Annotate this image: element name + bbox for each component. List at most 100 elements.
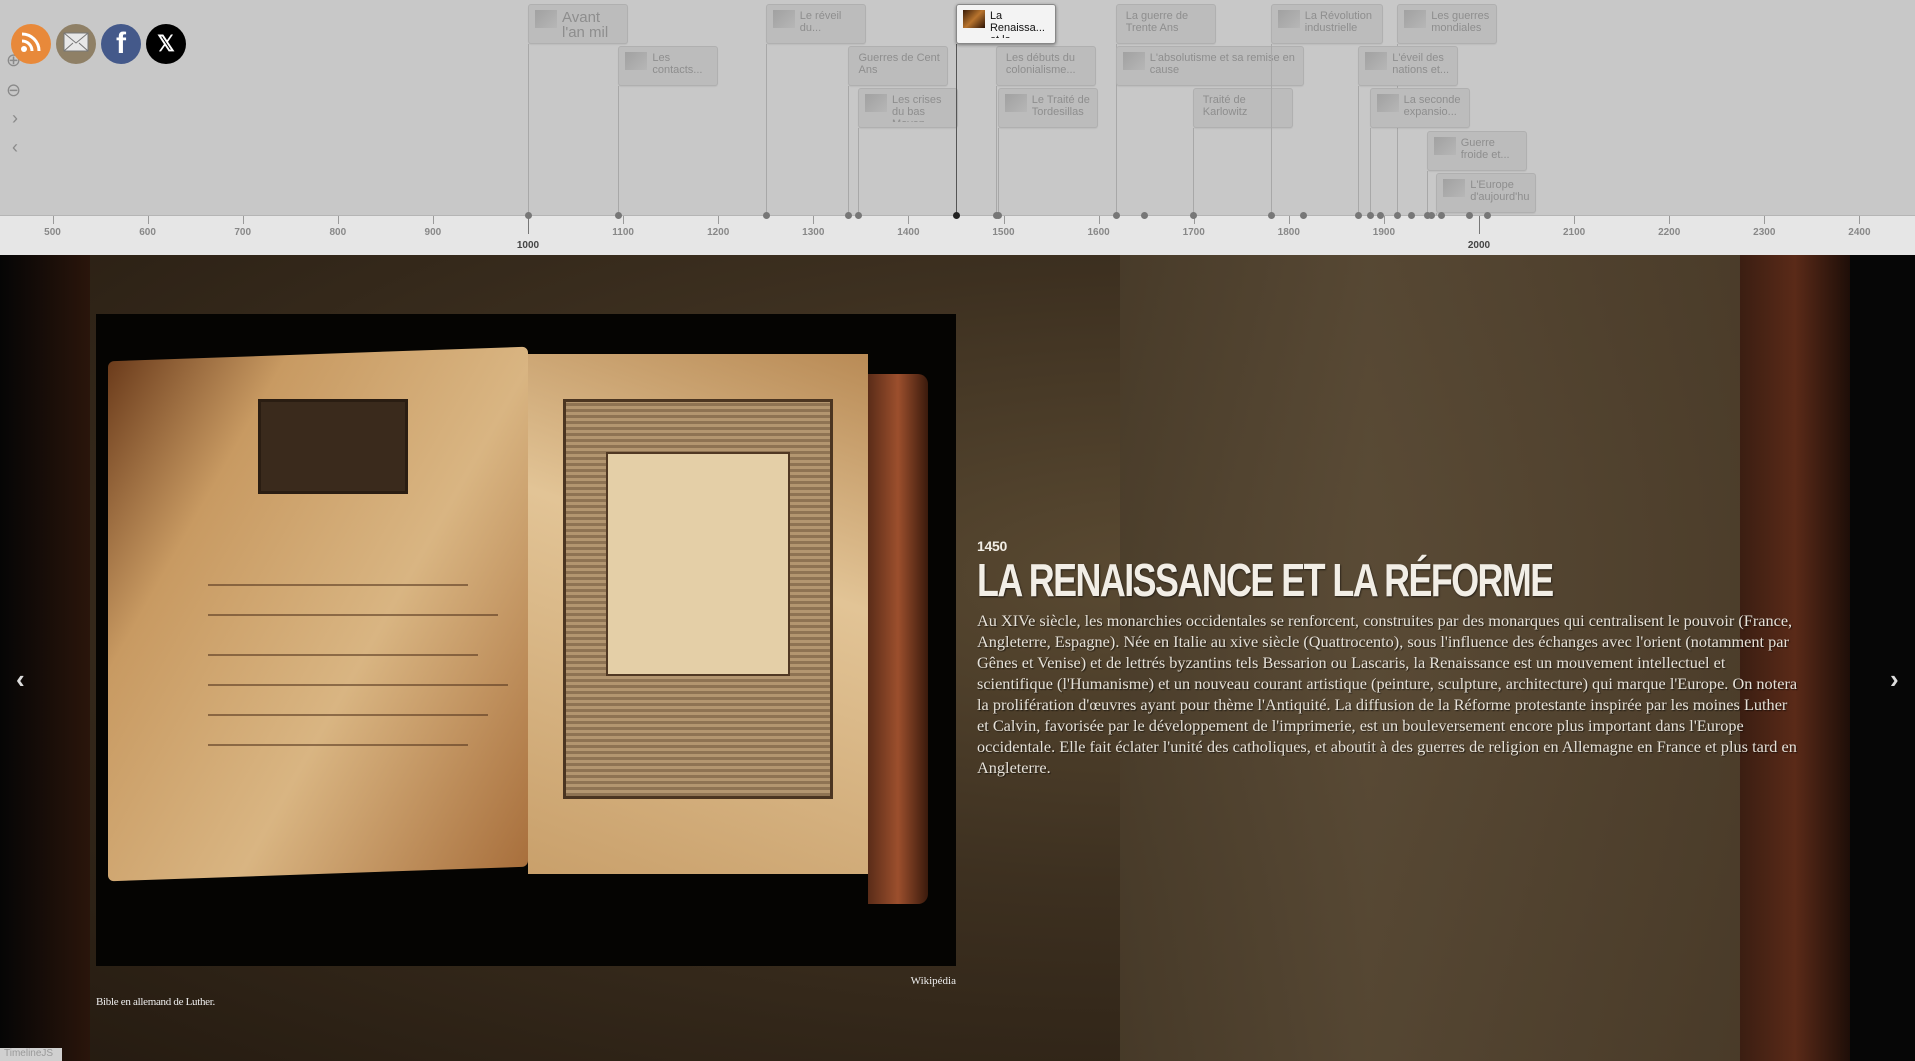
chevron-left-icon[interactable]: ‹: [12, 137, 18, 158]
event-marker-dot[interactable]: [845, 212, 853, 219]
card-label: Le réveil du...: [799, 10, 842, 34]
axis-tick: [1479, 216, 1480, 234]
timeline-card[interactable]: L'Europe d'aujourd'hui: [1436, 173, 1537, 213]
axis-tick: [1669, 216, 1671, 224]
axis-tick: [1383, 216, 1385, 224]
card-connector-line: [1369, 128, 1371, 215]
axis-tick-label: 2300: [1753, 227, 1776, 238]
slide-image: [96, 314, 956, 966]
card-label: La guerre de Trente Ans: [1125, 10, 1189, 34]
timeline-card[interactable]: Guerres de Cent Ans: [848, 46, 949, 86]
axis-tick: [1574, 216, 1576, 224]
card-connector-line: [1192, 128, 1194, 215]
background-image: [1850, 255, 1915, 1061]
card-connector-line: [528, 44, 529, 215]
event-marker-dot[interactable]: [1483, 212, 1491, 219]
event-marker-dot[interactable]: [615, 212, 623, 219]
card-label: Les guerres mondiales: [1431, 10, 1490, 34]
card-connector-line: [618, 86, 620, 215]
event-marker-dot[interactable]: [1300, 212, 1308, 219]
timeline-card[interactable]: Traité de Karlowitz: [1192, 88, 1293, 128]
event-marker-dot[interactable]: [525, 212, 532, 219]
zoom-out-icon[interactable]: ⊖: [6, 80, 21, 101]
timeline-card[interactable]: La Révolution industrielle: [1270, 4, 1383, 44]
card-label: Traité de Karlowitz: [1202, 94, 1248, 118]
next-slide-button[interactable]: ›: [1890, 664, 1899, 695]
axis-tick-label: 1300: [802, 227, 825, 238]
timeline-card[interactable]: Avant l'an mil: [528, 4, 628, 44]
axis-tick-label: 1800: [1277, 227, 1300, 238]
timeline-card[interactable]: La guerre de Trente Ans: [1115, 4, 1216, 44]
event-marker-dot[interactable]: [1437, 212, 1445, 219]
card-thumbnail: [1004, 94, 1027, 112]
timeline-card[interactable]: Les crises du bas Moyen...: [857, 88, 958, 128]
axis-tick-label: 900: [424, 227, 442, 238]
card-label: Les crises du bas Moyen...: [891, 94, 942, 122]
slide-date: 1450: [977, 538, 1007, 554]
event-marker-dot[interactable]: [854, 212, 862, 219]
card-thumbnail: [1365, 52, 1388, 70]
event-marker-dot[interactable]: [1428, 212, 1436, 219]
facebook-share-button[interactable]: f: [101, 24, 141, 64]
background-image: [0, 255, 90, 1061]
card-label: L'Europe d'aujourd'hui: [1470, 179, 1530, 203]
timeline-card[interactable]: Guerre froide et...: [1426, 131, 1527, 171]
axis-tick-label: 2100: [1562, 227, 1586, 238]
card-thumbnail: [625, 52, 648, 70]
previous-slide-button[interactable]: ‹: [16, 664, 25, 695]
event-marker-dot[interactable]: [1189, 212, 1197, 219]
axis-tick: [1288, 216, 1290, 224]
axis-tick-label: 1500: [992, 227, 1015, 238]
x-share-button[interactable]: 𝕏: [146, 24, 186, 64]
timeline-card[interactable]: Les débuts du colonialisme...: [995, 46, 1096, 86]
timeline-card[interactable]: Le réveil du...: [765, 4, 866, 44]
event-marker-dot[interactable]: [1112, 212, 1120, 219]
event-marker-dot[interactable]: [1366, 212, 1374, 219]
timelinejs-badge[interactable]: TimelineJS: [0, 1048, 62, 1061]
event-marker-dot[interactable]: [1141, 212, 1149, 219]
card-thumbnail: [1122, 52, 1145, 70]
event-marker-dot[interactable]: [952, 212, 960, 219]
card-label: Guerres de Cent Ans: [858, 52, 940, 76]
event-marker-dot[interactable]: [994, 212, 1002, 219]
timeline-axis[interactable]: 500 600 700 800 900 1000 1100 1200 1300 1400 1500 1…: [0, 212, 1915, 255]
axis-tick: [1098, 216, 1100, 224]
event-marker-dot[interactable]: [1355, 212, 1363, 219]
card-label: Les débuts du colonialisme...: [1005, 52, 1076, 76]
event-marker-dot[interactable]: [1408, 212, 1416, 219]
timeline-card[interactable]: Les guerres mondiales: [1397, 4, 1498, 44]
email-share-button[interactable]: [56, 24, 96, 64]
axis-tick-label: 2400: [1848, 227, 1871, 238]
card-connector-line: [1270, 44, 1272, 215]
timeline-navigation[interactable]: Avant l'an mil Les contacts... Le réveil d…: [0, 0, 1915, 255]
rss-share-button[interactable]: [11, 24, 51, 64]
axis-tick: [908, 216, 910, 224]
book-illustration: [108, 346, 938, 914]
event-marker-dot[interactable]: [1394, 212, 1402, 219]
timeline-card[interactable]: L'absolutisme et sa remise en cause: [1115, 46, 1304, 86]
card-label: La Renaissa... et la...: [989, 10, 1045, 38]
timeline-card[interactable]: La Renaissa... et la...: [955, 4, 1056, 44]
timeline-card[interactable]: La seconde expansio...: [1369, 88, 1470, 128]
event-marker-dot[interactable]: [762, 212, 770, 219]
timeline-card[interactable]: Le Traité de Tordesillas: [997, 88, 1098, 128]
axis-tick-label: 1700: [1182, 227, 1205, 238]
event-marker-dot[interactable]: [1465, 212, 1473, 219]
timeline-card[interactable]: Les contacts...: [618, 46, 719, 86]
timeline-card[interactable]: L'éveil des nations et...: [1358, 46, 1459, 86]
slide-text: 1450 LA RENAISSANCE ET LA RÉFORME Au XIV…: [977, 538, 1802, 778]
card-thumbnail: [1443, 179, 1466, 197]
card-label: La seconde expansio...: [1403, 94, 1461, 118]
chevron-right-icon[interactable]: ›: [12, 108, 18, 129]
slide: Wikipédia Bible en allemand de Luther. 1…: [0, 255, 1915, 1061]
event-marker-dot[interactable]: [1267, 212, 1275, 219]
card-connector-line: [765, 44, 767, 215]
axis-tick-label: 1200: [707, 227, 730, 238]
card-connector-line: [997, 128, 999, 215]
axis-tick-label: 1400: [897, 227, 920, 238]
card-label: La Révolution industrielle: [1304, 10, 1372, 34]
card-connector-line: [848, 86, 850, 215]
axis-tick-label: 1000: [516, 240, 540, 251]
axis-tick-label: 1100: [612, 227, 634, 238]
card-connector-line: [857, 128, 859, 215]
